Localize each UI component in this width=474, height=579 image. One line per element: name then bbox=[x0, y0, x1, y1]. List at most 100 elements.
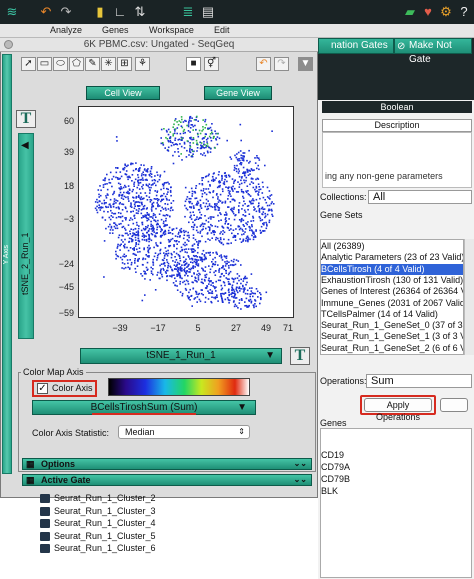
gate-population-icon bbox=[40, 494, 50, 503]
gene-set-item[interactable]: BCellsTirosh (4 of 4 Valid) bbox=[321, 263, 463, 275]
menu-edit[interactable]: Edit bbox=[214, 25, 230, 35]
favorite-heart-icon[interactable]: ♥ bbox=[420, 4, 436, 20]
undo-icon[interactable]: ↶ bbox=[38, 4, 54, 20]
polygon-gate-icon[interactable]: ⬠ bbox=[69, 57, 84, 71]
operations-select[interactable]: Sum bbox=[366, 374, 472, 388]
parameter-underline bbox=[92, 413, 196, 415]
sort-icon[interactable]: ⇅ bbox=[132, 4, 148, 20]
description-area: ing any non-gene parameters bbox=[322, 132, 472, 188]
color-axis-checkbox[interactable]: ✓ bbox=[37, 383, 48, 394]
window-title-text: 6K PBMC.csv: Ungated - SeqGeq bbox=[83, 39, 235, 50]
collections-select[interactable]: All bbox=[368, 190, 472, 204]
combination-gates-button[interactable]: nation Gates bbox=[318, 38, 394, 54]
active-gate-grid-icon: ▦ bbox=[26, 475, 35, 485]
black-background-toggle-icon[interactable]: ■ bbox=[186, 57, 201, 71]
quadrant-gate-icon[interactable]: ⊞ bbox=[117, 57, 132, 71]
color-axis-statistic-select[interactable]: Median ⇕ bbox=[118, 425, 250, 439]
y-tick-label: 39 bbox=[63, 147, 74, 157]
pointer-tool-icon[interactable]: ➚ bbox=[21, 57, 36, 71]
statistic-dropdown-icon: ⇕ bbox=[238, 427, 245, 436]
ellipse-gate-icon[interactable]: ⬭ bbox=[53, 57, 68, 71]
tsne-plot-area[interactable] bbox=[78, 106, 294, 318]
x-axis-transform-button[interactable]: T bbox=[290, 347, 310, 365]
gene-set-item[interactable]: Genes of Interest (26364 of 26364 Vali bbox=[321, 286, 463, 297]
gene-sets-label: Gene Sets bbox=[320, 210, 363, 220]
plot-undo-icon[interactable]: ↶ bbox=[256, 57, 271, 71]
gene-item[interactable]: CD79B bbox=[321, 474, 350, 484]
gate-population-icon bbox=[40, 506, 50, 516]
cell-view-button[interactable]: Cell View bbox=[86, 86, 160, 100]
gene-item[interactable]: BLK bbox=[321, 486, 338, 496]
secondary-button[interactable] bbox=[440, 398, 468, 412]
chart-icon[interactable]: ∟ bbox=[112, 4, 128, 20]
gate-list-item[interactable]: Seurat_Run_1_Cluster_6 bbox=[54, 542, 156, 554]
color-parameter-dropdown-icon: ▼ bbox=[237, 402, 247, 413]
description-column-header: Description bbox=[322, 119, 472, 132]
collapse-arrow-icon[interactable]: ▼ bbox=[298, 57, 313, 71]
layout-editor-icon[interactable]: ▮ bbox=[92, 4, 108, 20]
x-tick-label: 49 bbox=[260, 323, 271, 333]
gene-set-item[interactable]: Immune_Genes (2031 of 2067 Valid) bbox=[321, 298, 463, 309]
gene-item[interactable]: CD19 bbox=[321, 450, 344, 460]
help-icon[interactable]: ? bbox=[456, 4, 472, 20]
tsne-scatter-svg bbox=[94, 115, 275, 310]
gene-item[interactable]: CD79A bbox=[321, 462, 350, 472]
y-tick-label: −24 bbox=[58, 259, 74, 269]
x-tick-label: −17 bbox=[150, 323, 166, 333]
y-tick-label: −3 bbox=[63, 214, 74, 224]
color-scale-bar bbox=[108, 378, 250, 396]
gene-sets-scrollbar[interactable] bbox=[464, 239, 474, 355]
gene-set-item[interactable]: Seurat_Run_1_GeneSet_1 (3 of 3 Vali bbox=[321, 331, 463, 342]
active-gate-section-bar[interactable]: ▦ Active Gate ⌄⌄ bbox=[22, 474, 312, 486]
gene-set-item[interactable]: ExhaustionTirosh (130 of 131 Valid) bbox=[321, 275, 463, 286]
options-section-bar[interactable]: ▦ Options ⌄⌄ bbox=[22, 458, 312, 470]
color-axis-statistic-label: Color Axis Statistic: bbox=[32, 428, 110, 438]
freehand-gate-icon[interactable]: ✎ bbox=[85, 57, 100, 71]
gate-list-item[interactable]: Seurat_Run_1_Cluster_5 bbox=[54, 530, 156, 542]
gene-set-item[interactable]: All (26389) bbox=[321, 241, 463, 252]
rectangle-gate-icon[interactable]: ▭ bbox=[37, 57, 52, 71]
settings-icon[interactable]: ⚙ bbox=[438, 4, 454, 20]
gate-list-item[interactable]: Seurat_Run_1_Cluster_4 bbox=[54, 517, 156, 529]
boolean-header: Boolean bbox=[322, 101, 472, 113]
statistic-value: Median bbox=[125, 427, 155, 437]
y-axis-parameter-select[interactable]: ◀ tSNE_2_Run_1 bbox=[18, 133, 34, 339]
not-gate-icon: ⊘ bbox=[397, 41, 406, 52]
x-tick-label: 71 bbox=[282, 323, 293, 333]
color-axis-label: Color Axis bbox=[52, 383, 93, 393]
y-tick-label: −45 bbox=[58, 282, 74, 292]
gene-set-item[interactable]: Seurat_Run_1_GeneSet_0 (37 of 37 Va bbox=[321, 320, 463, 331]
gate-list-item[interactable]: Seurat_Run_1_Cluster_3 bbox=[54, 505, 156, 517]
x-tick-label: 27 bbox=[230, 323, 241, 333]
window-close-icon[interactable] bbox=[4, 40, 13, 49]
app-logo-icon: ≋ bbox=[6, 4, 18, 19]
menu-genes[interactable]: Genes bbox=[102, 25, 129, 35]
split-gate-icon[interactable]: ⚘ bbox=[135, 57, 150, 71]
make-not-gate-button[interactable]: ⊘ Make Not Gate bbox=[394, 38, 472, 65]
x-axis-parameter-select[interactable]: tSNE_1_Run_1 ▼ bbox=[80, 348, 282, 364]
gene-set-item[interactable]: TCellsPalmer (14 of 14 Valid) bbox=[321, 309, 463, 320]
options-expand-icon: ⌄⌄ bbox=[293, 459, 307, 468]
y-tick-label: 18 bbox=[63, 181, 74, 191]
table-editor-icon[interactable]: ≣ bbox=[180, 4, 196, 20]
y-axis-transform-button[interactable]: T bbox=[16, 110, 36, 128]
redo-icon[interactable]: ↷ bbox=[58, 4, 74, 20]
report-icon[interactable]: ▤ bbox=[200, 4, 216, 20]
y-axis-side-strip[interactable]: Y Axis bbox=[2, 54, 12, 474]
spider-gate-icon[interactable]: ✳ bbox=[101, 57, 116, 71]
menu-analyze[interactable]: Analyze bbox=[50, 25, 82, 35]
window-title: 6K PBMC.csv: Ungated - SeqGeq bbox=[0, 38, 318, 52]
bookmark-icon[interactable]: ▰ bbox=[402, 4, 418, 20]
app-toolbar: ≋ ↶ ↷ ▮ ∟ ⇅ ≣ ▤ ▰ ♥ ⚙ ? bbox=[0, 0, 474, 24]
apply-operations-button[interactable]: Apply Operations bbox=[364, 398, 432, 422]
menu-bar: Analyze Genes Workspace Edit bbox=[0, 24, 474, 38]
gate-list-item[interactable]: Seurat_Run_1_Cluster_2 bbox=[54, 492, 156, 504]
x-tick-label: 5 bbox=[195, 323, 201, 333]
gene-set-item[interactable]: Seurat_Run_1_GeneSet_2 (6 of 6 Valid bbox=[321, 343, 463, 354]
gene-view-button[interactable]: Gene View bbox=[204, 86, 272, 100]
gate-population-icon bbox=[40, 519, 50, 528]
gene-set-item[interactable]: Analytic Parameters (23 of 23 Valid) bbox=[321, 252, 463, 263]
sex-symbol-icon[interactable]: ⚥ bbox=[204, 57, 219, 71]
menu-workspace[interactable]: Workspace bbox=[149, 25, 194, 35]
plot-redo-icon[interactable]: ↷ bbox=[274, 57, 289, 71]
